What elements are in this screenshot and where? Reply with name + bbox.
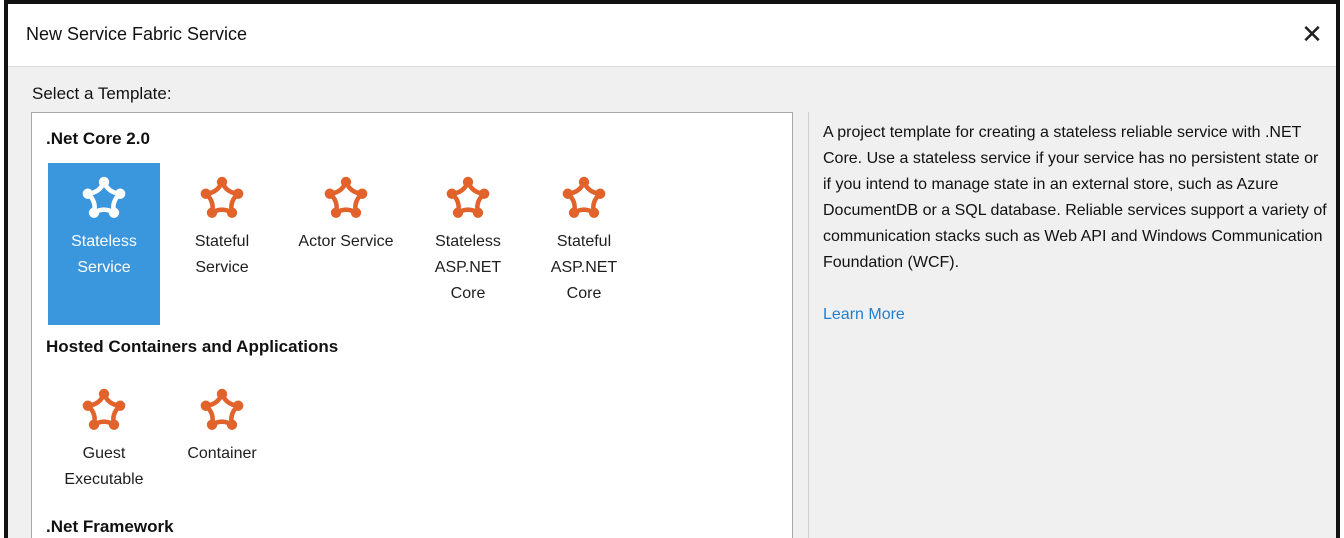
template-label: Container [187,445,257,462]
service-fabric-icon [562,176,606,218]
template-label: Stateful ASP.NET Core [550,233,618,302]
service-fabric-icon [82,176,126,218]
template-label: Guest Executable [64,445,144,488]
template-label: Actor Service [298,233,394,250]
template-container[interactable]: Container [166,375,278,495]
group-header-net-framework: .Net Framework [46,517,174,536]
panel-divider [808,112,809,538]
template-label: Stateless ASP.NET Core [434,233,502,302]
learn-more-link[interactable]: Learn More [823,306,905,324]
service-fabric-icon [324,176,368,218]
template-guest-executable[interactable]: Guest Executable [48,375,160,495]
template-stateless-service[interactable]: Stateless Service [48,163,160,325]
template-stateless-aspnet-core[interactable]: Stateless ASP.NET Core [412,163,524,325]
template-list: .Net Core 2.0 Stateless Service Stateful… [31,112,793,538]
title-bar: New Service Fabric Service ✕ [8,4,1336,67]
new-service-dialog: New Service Fabric Service ✕ Select a Te… [4,0,1340,538]
service-fabric-icon [82,388,126,430]
service-fabric-icon [200,176,244,218]
dialog-title: New Service Fabric Service [26,24,248,44]
template-label: Stateful Service [194,233,250,276]
service-fabric-icon [446,176,490,218]
group-header-hosted-containers: Hosted Containers and Applications [46,337,339,356]
template-actor-service[interactable]: Actor Service [284,163,408,325]
template-description: A project template for creating a statel… [823,124,1327,271]
close-icon[interactable]: ✕ [1296,18,1328,50]
service-fabric-icon [200,388,244,430]
group-header-net-core: .Net Core 2.0 [46,129,150,148]
select-template-label: Select a Template: [32,84,172,103]
template-stateful-service[interactable]: Stateful Service [166,163,278,325]
template-label: Stateless Service [71,233,137,276]
template-stateful-aspnet-core[interactable]: Stateful ASP.NET Core [528,163,640,325]
